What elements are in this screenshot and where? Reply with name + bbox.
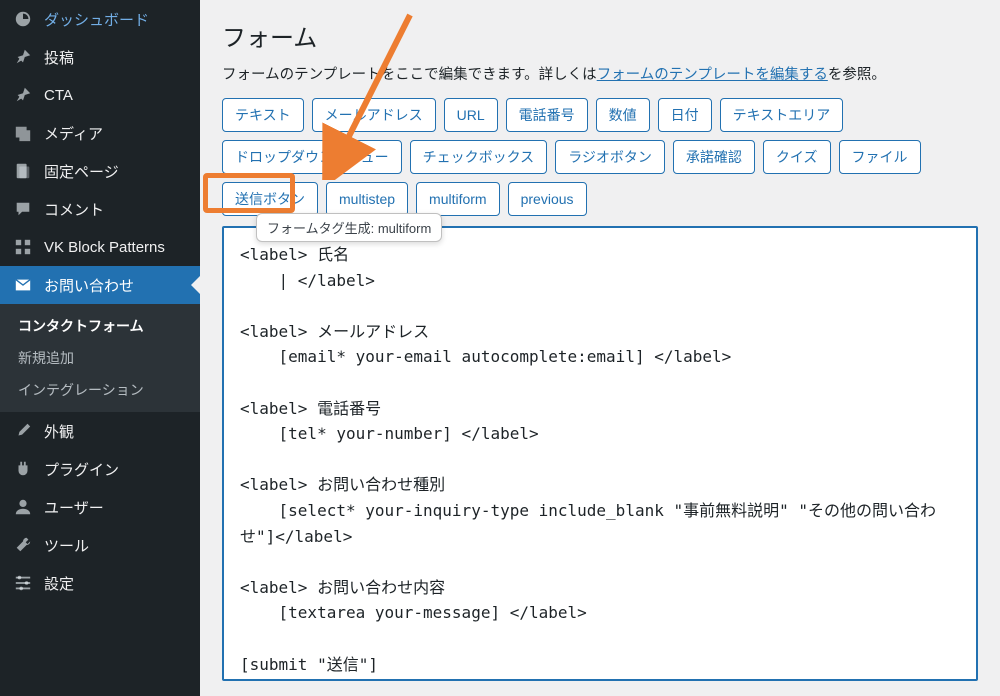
tag-email-button[interactable]: メールアドレス (312, 98, 436, 132)
sidebar-item-contact[interactable]: お問い合わせ (0, 266, 200, 304)
sidebar-item-label: メディア (44, 123, 103, 144)
sidebar-item-label: お問い合わせ (44, 275, 134, 296)
tag-multistep-button[interactable]: multistep (326, 182, 408, 216)
tag-url-button[interactable]: URL (444, 98, 498, 132)
page-icon (12, 160, 34, 182)
brush-icon (12, 420, 34, 442)
tag-number-button[interactable]: 数値 (596, 98, 650, 132)
sidebar-item-dashboard[interactable]: ダッシュボード (0, 0, 200, 38)
sidebar-item-pages[interactable]: 固定ページ (0, 152, 200, 190)
tag-select-button[interactable]: ドロップダウンメニュー (222, 140, 402, 174)
media-icon (12, 122, 34, 144)
sidebar-item-cta[interactable]: CTA (0, 76, 200, 114)
wrench-icon (12, 534, 34, 556)
template-help-link[interactable]: フォームのテンプレートを編集する (597, 67, 828, 83)
form-desc: フォームのテンプレートをここで編集できます。詳しくはフォームのテンプレートを編集… (222, 63, 978, 84)
sidebar-item-settings[interactable]: 設定 (0, 564, 200, 602)
tag-quiz-button[interactable]: クイズ (763, 140, 831, 174)
comment-icon (12, 198, 34, 220)
sidebar-item-label: ユーザー (44, 497, 104, 518)
sidebar-item-users[interactable]: ユーザー (0, 488, 200, 526)
sidebar-item-comments[interactable]: コメント (0, 190, 200, 228)
tag-textarea-button[interactable]: テキストエリア (720, 98, 844, 132)
sidebar-item-label: VK Block Patterns (44, 239, 165, 256)
pin-icon (12, 46, 34, 68)
dashboard-icon (12, 8, 34, 30)
tag-previous-button[interactable]: previous (508, 182, 587, 216)
main-content: フォーム フォームのテンプレートをここで編集できます。詳しくはフォームのテンプレ… (200, 0, 1000, 696)
sidebar-item-label: 固定ページ (44, 161, 119, 182)
form-title: フォーム (222, 18, 978, 53)
desc-text: を参照。 (828, 67, 886, 83)
tag-radio-button[interactable]: ラジオボタン (555, 140, 665, 174)
pin-icon (12, 84, 34, 106)
submenu-add-new[interactable]: 新規追加 (0, 342, 200, 374)
sliders-icon (12, 572, 34, 594)
submenu-contact-forms[interactable]: コンタクトフォーム (0, 310, 200, 342)
sidebar-item-posts[interactable]: 投稿 (0, 38, 200, 76)
user-icon (12, 496, 34, 518)
sidebar-item-media[interactable]: メディア (0, 114, 200, 152)
mail-icon (12, 274, 34, 296)
tag-checkbox-button[interactable]: チェックボックス (410, 140, 548, 174)
sidebar-item-label: CTA (44, 87, 73, 104)
sidebar-item-appearance[interactable]: 外観 (0, 412, 200, 450)
sidebar-item-label: ツール (44, 535, 89, 556)
sidebar-item-plugins[interactable]: プラグイン (0, 450, 200, 488)
tag-date-button[interactable]: 日付 (658, 98, 712, 132)
plug-icon (12, 458, 34, 480)
tag-multiform-button[interactable]: multiform (416, 182, 500, 216)
tag-acceptance-button[interactable]: 承諾確認 (673, 140, 755, 174)
submenu-integration[interactable]: インテグレーション (0, 374, 200, 406)
sidebar-item-label: ダッシュボード (44, 9, 149, 30)
form-template-textarea[interactable] (222, 226, 978, 681)
tag-text-button[interactable]: テキスト (222, 98, 304, 132)
sidebar-item-tools[interactable]: ツール (0, 526, 200, 564)
sidebar-item-vk-patterns[interactable]: VK Block Patterns (0, 228, 200, 266)
tag-generator-bar: テキスト メールアドレス URL 電話番号 数値 日付 テキストエリア ドロップ… (222, 98, 978, 216)
sidebar-item-label: 設定 (44, 573, 74, 594)
tag-tooltip: フォームタグ生成: multiform (256, 213, 442, 242)
sidebar-item-label: プラグイン (44, 459, 119, 480)
desc-text: フォームのテンプレートをここで編集できます。詳しくは (222, 67, 597, 83)
sidebar-item-label: 外観 (44, 421, 74, 442)
tag-submit-button[interactable]: 送信ボタン (222, 182, 318, 216)
sidebar-item-label: 投稿 (44, 47, 74, 68)
grid-icon (12, 236, 34, 258)
admin-sidebar: ダッシュボード 投稿 CTA メディア 固定ページ コメント VK Block … (0, 0, 200, 696)
tag-file-button[interactable]: ファイル (839, 140, 921, 174)
sidebar-item-label: コメント (44, 199, 104, 220)
sidebar-submenu: コンタクトフォーム 新規追加 インテグレーション (0, 304, 200, 412)
tag-tel-button[interactable]: 電話番号 (506, 98, 588, 132)
